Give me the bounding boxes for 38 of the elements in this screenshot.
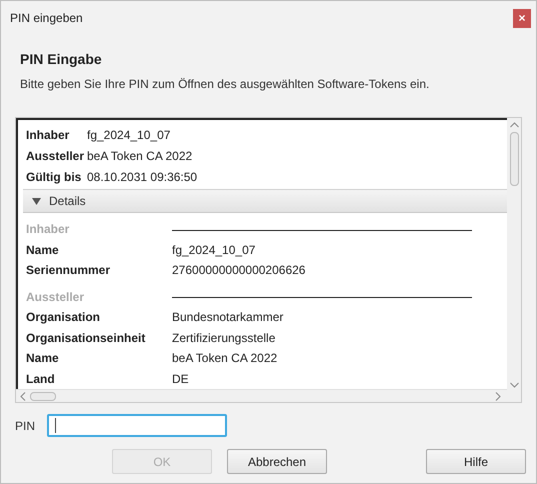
field-value: Bundesnotarkammer (172, 310, 284, 324)
section-label: Aussteller (26, 290, 86, 304)
section-label: Inhaber (26, 222, 70, 236)
field-label: Organisation (26, 310, 102, 324)
field-label: Name (26, 242, 60, 257)
scroll-thumb[interactable] (30, 392, 56, 400)
field-value: beA Token CA 2022 (172, 351, 278, 366)
details-header[interactable]: Details (23, 189, 507, 213)
details-label: Details (49, 194, 86, 208)
field-label: Gültig bis (26, 170, 82, 184)
window-title: PIN eingeben (10, 11, 83, 25)
horizontal-scrollbar[interactable] (16, 389, 507, 402)
scroll-thumb[interactable] (510, 132, 518, 186)
field-value: 27600000000000206626 (172, 263, 306, 278)
field-value: Zertifizierungsstelle (172, 330, 276, 345)
scroll-up-icon (510, 122, 518, 128)
field-value: 08.10.2031 09:36:50 (87, 170, 198, 184)
scroll-down-icon (510, 382, 518, 388)
collapse-triangle-icon (32, 198, 41, 204)
scroll-left-icon (20, 392, 26, 400)
field-value: beA Token CA 2022 (87, 148, 192, 162)
field-value: DE (172, 372, 189, 386)
field-label: Name (26, 351, 60, 366)
field-label: Organisationseinheit (26, 330, 146, 345)
field-label: Land (26, 372, 56, 386)
close-button[interactable]: × (513, 8, 531, 28)
field-label: Aussteller (26, 148, 86, 162)
pin-field[interactable] (47, 414, 228, 437)
dialog-button[interactable]: Abbrechen (227, 449, 327, 474)
dialog-heading: PIN Eingabe (20, 51, 103, 67)
field-value: fg_2024_10_07 (87, 128, 170, 142)
field-value: fg_2024_10_07 (172, 242, 256, 257)
field-label: Inhaber (26, 128, 70, 142)
scroll-right-icon (495, 392, 501, 400)
dialog-description: Bitte geben Sie Ihre PIN zum Öffnen des ausgewählten Software-Tokens ein. (20, 77, 430, 91)
pin-label: PIN (15, 418, 36, 432)
dialog-button[interactable]: Hilfe (426, 449, 526, 474)
field-label: Seriennummer (26, 263, 112, 278)
